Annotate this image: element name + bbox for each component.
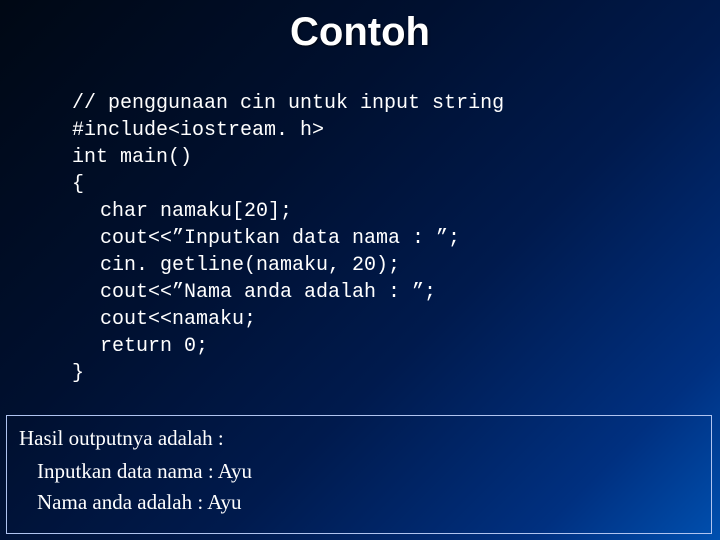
output-header: Hasil outputnya adalah : <box>19 426 699 451</box>
slide-title: Contoh <box>0 10 720 55</box>
code-line: #include<iostream. h> <box>72 119 324 142</box>
code-line: cout<<”Nama anda adalah : ”; <box>72 279 436 306</box>
output-line: Inputkan data nama : Ayu <box>37 459 699 484</box>
code-line: int main() <box>72 146 192 169</box>
code-line: // penggunaan cin untuk input string <box>72 92 504 115</box>
output-box: Hasil outputnya adalah : Inputkan data n… <box>6 415 712 534</box>
code-line: cout<<”Inputkan data nama : ”; <box>72 225 460 252</box>
output-line: Nama anda adalah : Ayu <box>37 490 699 515</box>
code-line: cin. getline(namaku, 20); <box>72 252 400 279</box>
code-line: cout<<namaku; <box>72 306 256 333</box>
code-line: } <box>72 362 84 385</box>
code-line: return 0; <box>72 333 208 360</box>
code-block: // penggunaan cin untuk input string #in… <box>72 63 720 387</box>
code-line: { <box>72 173 84 196</box>
code-line: char namaku[20]; <box>72 198 292 225</box>
